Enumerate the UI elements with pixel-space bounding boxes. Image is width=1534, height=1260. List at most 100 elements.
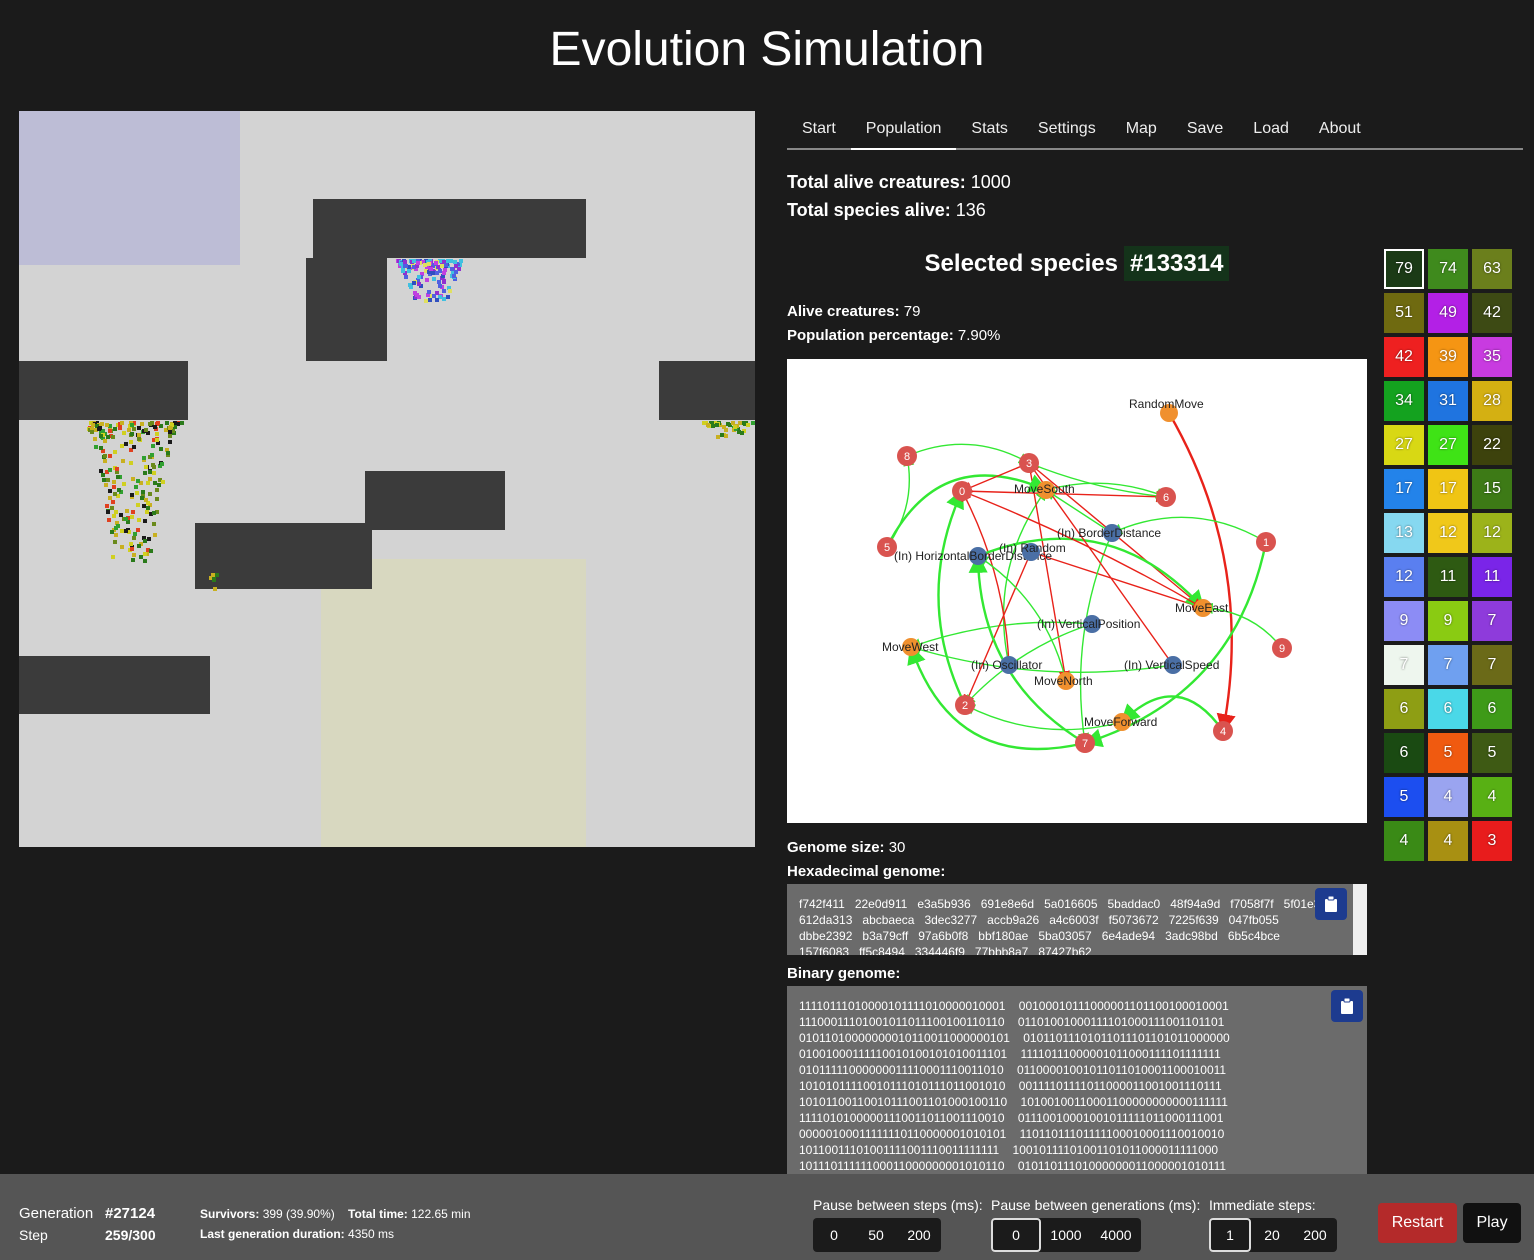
species-tile[interactable]: 6 — [1428, 689, 1468, 729]
immediate-options-option[interactable]: 20 — [1251, 1218, 1293, 1252]
creature — [122, 431, 127, 436]
species-tile[interactable]: 74 — [1428, 249, 1468, 289]
species-tile[interactable]: 17 — [1384, 469, 1424, 509]
species-tile[interactable]: 7 — [1472, 645, 1512, 685]
species-tile[interactable]: 49 — [1428, 293, 1468, 333]
species-tile[interactable]: 4 — [1472, 777, 1512, 817]
tab-start[interactable]: Start — [787, 112, 851, 150]
creature — [148, 549, 153, 554]
creature — [412, 281, 417, 286]
step-value: 259/300 — [105, 1227, 156, 1243]
graph-edge — [1167, 412, 1236, 734]
tab-save[interactable]: Save — [1172, 112, 1238, 150]
species-tile[interactable]: 63 — [1472, 249, 1512, 289]
world-map[interactable] — [19, 111, 755, 847]
creature — [116, 487, 121, 492]
species-tile[interactable]: 27 — [1384, 425, 1424, 465]
creature — [431, 276, 436, 281]
creature — [155, 496, 160, 501]
graph-node-label: MoveWest — [882, 640, 939, 654]
graph-node-label: 5 — [884, 542, 890, 554]
graph-edge — [968, 553, 1086, 745]
species-tile[interactable]: 11 — [1472, 557, 1512, 597]
neural-network-graph[interactable]: RandomMove 3 8 0 MoveSouth 6 (In) BorderDistan… — [787, 359, 1367, 823]
restart-button[interactable]: Restart — [1378, 1203, 1457, 1243]
play-button[interactable]: Play — [1463, 1203, 1521, 1243]
creature — [135, 503, 140, 508]
pause-gens-options-option[interactable]: 1000 — [1041, 1218, 1091, 1252]
pause-steps-options-option[interactable]: 50 — [855, 1218, 897, 1252]
species-tile[interactable]: 9 — [1384, 601, 1424, 641]
species-tile[interactable]: 4 — [1384, 821, 1424, 861]
species-tile[interactable]: 6 — [1472, 689, 1512, 729]
selected-species-heading: Selected species #133314 — [787, 246, 1367, 281]
species-tile[interactable]: 7 — [1428, 645, 1468, 685]
creature — [411, 259, 416, 263]
scrollbar[interactable] — [1353, 884, 1367, 955]
species-tile[interactable]: 27 — [1428, 425, 1468, 465]
total-species: Total species alive: 136 — [787, 200, 986, 220]
creature — [113, 532, 118, 537]
binary-genome-row: 10110011101001111001110011111111 1001011… — [799, 1143, 1219, 1157]
species-tile[interactable]: 42 — [1384, 337, 1424, 377]
copy-binary-button[interactable] — [1331, 990, 1363, 1022]
tab-map[interactable]: Map — [1111, 112, 1172, 150]
pause-steps-options-option[interactable]: 0 — [813, 1218, 855, 1252]
species-tile[interactable]: 11 — [1428, 557, 1468, 597]
hex-genome-box[interactable]: f742f411 22e0d911 e3a5b936 691e8e6d 5a01… — [787, 884, 1367, 955]
creature — [142, 455, 147, 460]
species-tile[interactable]: 4 — [1428, 821, 1468, 861]
species-tile[interactable]: 12 — [1472, 513, 1512, 553]
creature — [118, 512, 123, 517]
creature — [111, 500, 116, 505]
tab-stats[interactable]: Stats — [956, 112, 1022, 150]
species-tile[interactable]: 22 — [1472, 425, 1512, 465]
species-tile[interactable]: 42 — [1472, 293, 1512, 333]
species-tile[interactable]: 6 — [1384, 689, 1424, 729]
creature — [143, 470, 147, 475]
species-tile[interactable]: 34 — [1384, 381, 1424, 421]
species-tile[interactable]: 28 — [1472, 381, 1512, 421]
pause-steps-options-option[interactable]: 200 — [897, 1218, 941, 1252]
pause-gens-options-option[interactable]: 4000 — [1091, 1218, 1141, 1252]
species-tile[interactable]: 9 — [1428, 601, 1468, 641]
immediate-options-option[interactable]: 200 — [1293, 1218, 1337, 1252]
immediate-options-option[interactable]: 1 — [1209, 1218, 1251, 1252]
tab-population[interactable]: Population — [850, 112, 957, 150]
species-tile[interactable]: 15 — [1472, 469, 1512, 509]
species-tile[interactable]: 39 — [1428, 337, 1468, 377]
species-tile[interactable]: 7 — [1384, 645, 1424, 685]
creature — [146, 480, 151, 485]
tab-load[interactable]: Load — [1238, 112, 1304, 150]
creature — [131, 444, 136, 449]
tab-about[interactable]: About — [1304, 112, 1376, 150]
species-tile[interactable]: 12 — [1384, 557, 1424, 597]
tab-settings[interactable]: Settings — [1023, 112, 1111, 150]
creature — [453, 263, 458, 268]
species-tile[interactable]: 13 — [1384, 513, 1424, 553]
species-tile[interactable]: 5 — [1384, 777, 1424, 817]
species-tile[interactable]: 5 — [1428, 733, 1468, 773]
binary-genome-box[interactable]: 11110111010000101111010000010001 0010001… — [787, 986, 1367, 1176]
pause-gens-options-option[interactable]: 0 — [991, 1218, 1041, 1252]
species-tile[interactable]: 3 — [1472, 821, 1512, 861]
species-tile[interactable]: 5 — [1472, 733, 1512, 773]
species-tile[interactable]: 51 — [1384, 293, 1424, 333]
creature — [109, 505, 114, 510]
creature — [426, 261, 431, 266]
species-tile[interactable]: 4 — [1428, 777, 1468, 817]
species-tile[interactable]: 17 — [1428, 469, 1468, 509]
species-tile[interactable]: 35 — [1472, 337, 1512, 377]
species-tile[interactable]: 79 — [1384, 249, 1424, 289]
species-tile[interactable]: 31 — [1428, 381, 1468, 421]
copy-hex-button[interactable] — [1315, 888, 1347, 920]
species-tile[interactable]: 7 — [1472, 601, 1512, 641]
species-tile[interactable]: 12 — [1428, 513, 1468, 553]
species-tile[interactable]: 6 — [1384, 733, 1424, 773]
graph-edge — [906, 443, 1031, 464]
graph-node-label: 3 — [1026, 458, 1032, 470]
binary-genome-row: 01001000111110010100101010011101 1111011… — [799, 1047, 1221, 1061]
creature — [442, 270, 447, 275]
creature — [159, 462, 164, 467]
creature — [129, 515, 134, 520]
